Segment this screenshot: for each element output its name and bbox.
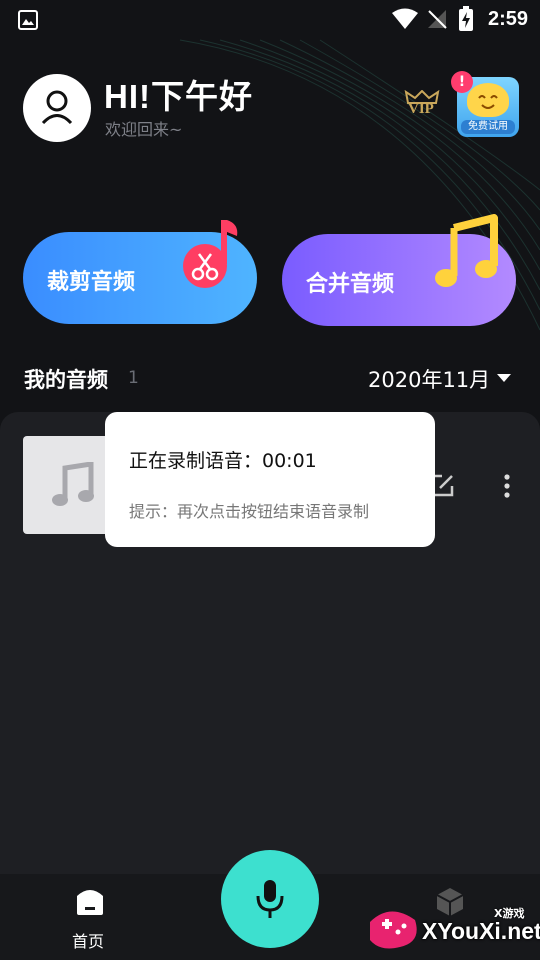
recording-status: 正在录制语音：00:01 [129,450,317,472]
nav-home-label: 首页 [72,932,105,951]
month-label: 2020年11月 [368,368,491,392]
recording-hint: 提示：再次点击按钮结束语音录制 [129,502,370,521]
cut-audio-button[interactable]: 裁剪音频 [23,220,257,324]
greeting-title: HI!下午好 [104,78,253,115]
merge-audio-label: 合并音频 [306,272,395,297]
free-trial-button[interactable]: 免费试用 ! [451,71,519,137]
home-icon [77,890,103,915]
status-time: 2:59 [487,8,528,30]
trial-badge: ! [451,71,473,93]
status-bar: 2:59 [0,0,540,40]
gallery-notification-icon [18,10,38,30]
microphone-icon [256,880,284,918]
vip-button[interactable]: VIP [404,90,440,120]
my-audio-title: 我的音频 [24,368,108,392]
watermark-site: XYouXi.net [422,918,540,944]
user-avatar[interactable] [23,74,91,142]
music-notes-icon [435,214,498,287]
record-voice-button[interactable] [221,850,319,948]
recording-dialog: 正在录制语音：00:01 提示：再次点击按钮结束语音录制 [105,412,435,547]
background-lines [179,39,540,331]
user-icon [41,90,73,125]
free-trial-label: 免费试用 [461,120,515,134]
no-signal-icon [428,10,447,29]
greeting-subtitle: 欢迎回来~ [105,120,183,139]
smiley-icon [467,83,509,117]
scissors-note-icon [183,220,238,288]
merge-audio-button[interactable]: 合并音频 [282,214,516,326]
cut-audio-label: 裁剪音频 [47,270,136,295]
more-options-icon[interactable] [502,474,512,498]
wifi-icon [392,8,418,29]
vip-label: VIP [408,101,434,117]
my-audio-count: 1 [128,368,139,388]
caret-down-icon [497,374,511,382]
battery-charging-icon [459,6,473,31]
music-note-icon [52,462,94,506]
